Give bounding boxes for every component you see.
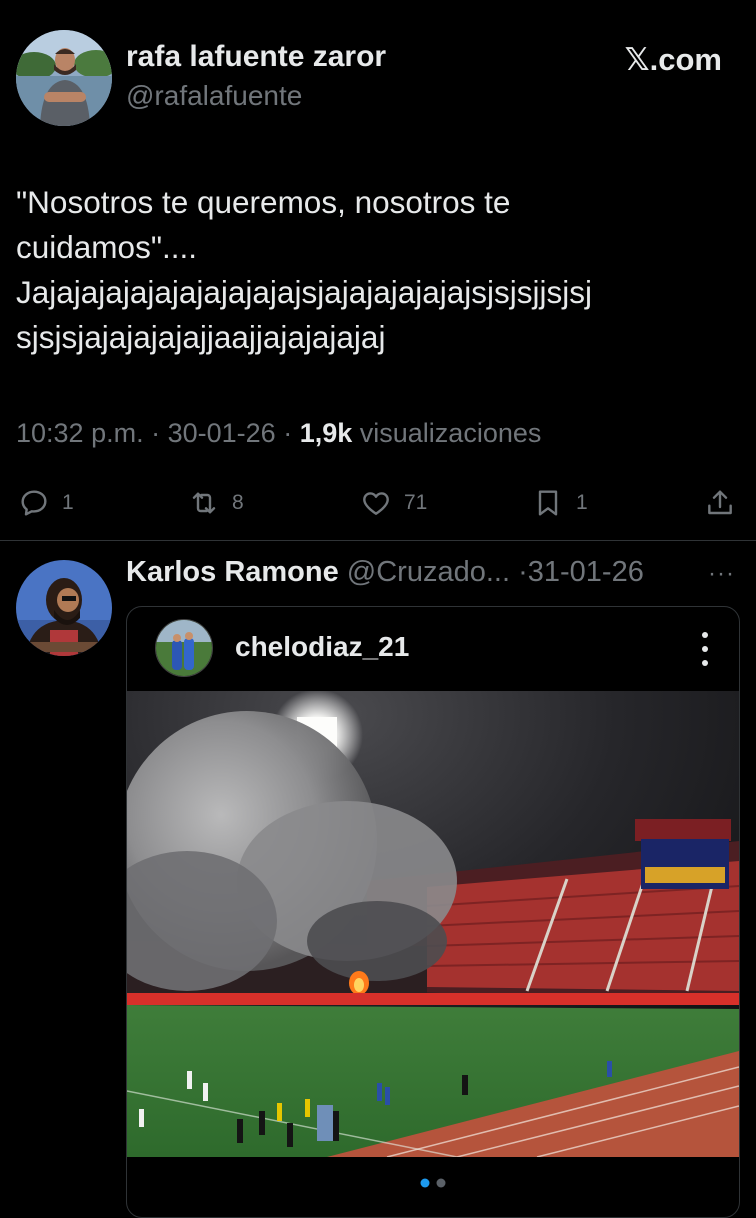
tweet-meta: 10:32 p.m. · 30-01-26 · 1,9k visualizaci… (16, 418, 541, 449)
reply-count: 1 (62, 491, 74, 514)
reply-button[interactable]: 1 (18, 486, 74, 520)
reply-author-name[interactable]: Karlos Ramone (126, 556, 339, 588)
separator-dot: · (151, 418, 168, 448)
retweet-count: 8 (232, 491, 244, 514)
kebab-menu-icon[interactable] (701, 629, 709, 669)
reply-avatar[interactable] (16, 560, 112, 656)
tweet-time[interactable]: 10:32 p.m. (16, 418, 144, 448)
carousel-dot[interactable] (420, 1178, 430, 1188)
tweet-text-line: Jajajajajajajajajajajajsjajajajajajajsjs… (16, 274, 593, 310)
more-options-icon[interactable]: ··· (708, 560, 735, 588)
share-icon (708, 490, 732, 515)
tweet-date[interactable]: 30-01-26 (168, 418, 276, 448)
tweet-text-line: sjsjsjajajajajajjaajjajajajajaj (16, 319, 386, 355)
card-username[interactable]: chelodiaz_21 (235, 631, 409, 663)
carousel-dot[interactable] (436, 1178, 446, 1188)
tweet-text-line: "Nosotros te queremos, nosotros te (16, 184, 511, 220)
separator-dot: · (283, 418, 300, 448)
reply-header: Karlos Ramone @Cruzado... ·31-01-26 (126, 556, 644, 589)
bookmark-count: 1 (576, 491, 588, 514)
author-avatar[interactable] (16, 30, 112, 126)
reply-icon (21, 490, 47, 516)
retweet-icon (192, 492, 216, 514)
reply-author-handle[interactable]: @Cruzado... (347, 556, 510, 588)
bookmark-button[interactable]: 1 (532, 486, 588, 520)
views-label: visualizaciones (359, 418, 542, 448)
like-count: 71 (404, 491, 428, 514)
card-avatar[interactable] (155, 619, 213, 677)
bookmark-icon (538, 490, 558, 516)
carousel-indicator (420, 1178, 446, 1188)
brand-logo: 𝕏.com (624, 42, 722, 77)
embedded-instagram-card[interactable]: chelodiaz_21 (126, 606, 740, 1218)
author-handle[interactable]: @rafalafuente (126, 80, 302, 112)
tweet-text-line: cuidamos".... (16, 229, 198, 265)
share-button[interactable] (704, 486, 736, 520)
views-count: 1,9k (299, 418, 353, 448)
heart-icon (363, 492, 389, 515)
stadium-smoke-photo[interactable] (127, 691, 739, 1157)
separator-dot: · (518, 556, 528, 588)
tweet-text: "Nosotros te queremos, nosotros te cuida… (16, 180, 738, 360)
like-button[interactable]: 71 (360, 486, 427, 520)
retweet-button[interactable]: 8 (188, 486, 244, 520)
author-name[interactable]: rafa lafuente zaror (126, 40, 386, 74)
divider (0, 540, 756, 541)
reply-date[interactable]: 31-01-26 (528, 556, 644, 588)
